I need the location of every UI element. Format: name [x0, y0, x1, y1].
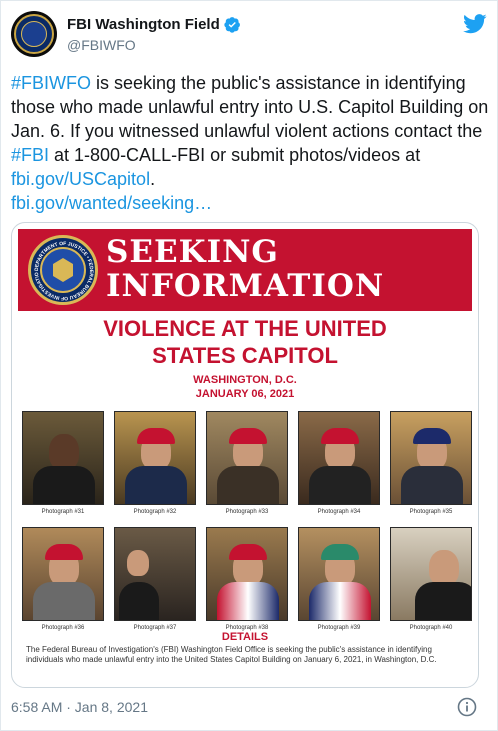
hashtag-fbi[interactable]: #FBI: [11, 145, 49, 165]
link-uscapitol[interactable]: fbi.gov/USCapitol: [11, 169, 150, 189]
suspect-photo: [298, 527, 380, 621]
photo-card: Photograph #35: [390, 411, 472, 515]
tweet-timestamp[interactable]: 6:58 AM · Jan 8, 2021: [11, 699, 148, 715]
photo-caption: Photograph #31: [41, 509, 85, 515]
location-city: WASHINGTON, D.C.: [193, 374, 297, 386]
photo-card: Photograph #40: [390, 527, 472, 631]
tweet-header: FBI Washington Field @FBIWFO: [11, 11, 489, 59]
photo-card: Photograph #38: [206, 527, 288, 631]
photo-card: Photograph #31: [22, 411, 104, 515]
details-body: The Federal Bureau of Investigation's (F…: [26, 645, 437, 664]
display-name[interactable]: FBI Washington Field: [67, 16, 220, 33]
suspect-photo: [114, 527, 196, 621]
avatar[interactable]: [11, 11, 57, 57]
headline-line-2: STATES CAPITOL: [152, 343, 338, 368]
banner-line-1: SEEKING: [106, 234, 279, 270]
photo-caption: Photograph #34: [317, 509, 361, 515]
photo-caption: Photograph #32: [133, 509, 177, 515]
photo-card: Photograph #36: [22, 527, 104, 631]
poster-location: WASHINGTON, D.C. JANUARY 06, 2021: [12, 373, 478, 401]
suspect-photo: [298, 411, 380, 505]
account-handle[interactable]: @FBIWFO: [67, 37, 136, 53]
suspect-photo: [22, 527, 104, 621]
poster-headline: VIOLENCE AT THE UNITED STATES CAPITOL: [12, 315, 478, 369]
tweet-text: #FBIWFO is seeking the public's assistan…: [11, 71, 489, 215]
photo-caption: Photograph #35: [409, 509, 453, 515]
tweet-text-part: at 1-800-CALL-FBI or submit photos/video…: [49, 145, 421, 165]
poster-banner: DEPARTMENT OF JUSTICE • FEDERAL BUREAU O…: [18, 229, 472, 311]
verified-badge-icon: [224, 17, 240, 33]
suspect-photo: [206, 527, 288, 621]
details-title: DETAILS: [221, 631, 269, 643]
headline-line-1: VIOLENCE AT THE UNITED: [103, 316, 387, 341]
photo-card: Photograph #32: [114, 411, 196, 515]
fbi-seal-icon: [14, 14, 54, 54]
photo-card: Photograph #39: [298, 527, 380, 631]
banner-line-2: INFORMATION: [106, 268, 385, 304]
suspect-photo: [206, 411, 288, 505]
suspect-photo: [390, 411, 472, 505]
location-date: JANUARY 06, 2021: [195, 388, 295, 400]
fbi-seal: DEPARTMENT OF JUSTICE • FEDERAL BUREAU O…: [28, 235, 98, 305]
suspect-photo: [22, 411, 104, 505]
tweet-text-part: .: [150, 169, 156, 189]
photo-card: Photograph #37: [114, 527, 196, 631]
photo-card: Photograph #33: [206, 411, 288, 515]
tweet-card: FBI Washington Field @FBIWFO #FBIWFO is …: [0, 0, 498, 731]
hashtag-fbiwfo[interactable]: #FBIWFO: [11, 73, 91, 93]
twitter-bird-icon[interactable]: [463, 13, 487, 35]
tweet-image[interactable]: DEPARTMENT OF JUSTICE • FEDERAL BUREAU O…: [11, 222, 479, 688]
info-icon[interactable]: [457, 697, 477, 717]
banner-title: SEEKING INFORMATION: [106, 235, 466, 303]
suspect-photo: [390, 527, 472, 621]
name-row: FBI Washington Field: [67, 16, 241, 33]
link-wanted-seeking[interactable]: fbi.gov/wanted/seeking…: [11, 193, 212, 213]
photo-card: Photograph #34: [298, 411, 380, 515]
photo-caption: Photograph #33: [225, 509, 269, 515]
suspect-photo: [114, 411, 196, 505]
